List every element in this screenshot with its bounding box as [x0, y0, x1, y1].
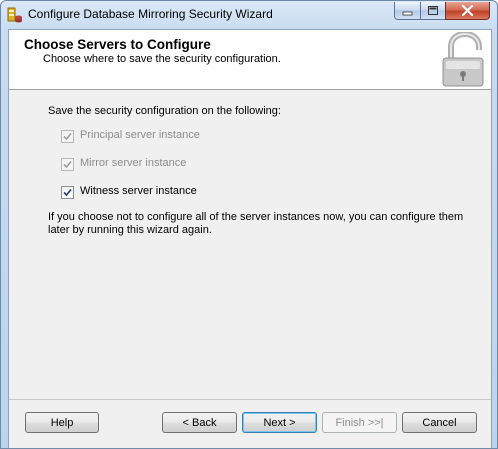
maximize-icon [428, 6, 438, 15]
page-subtitle: Choose where to save the security config… [43, 53, 281, 65]
checkmark-icon [63, 188, 72, 197]
checkmark-icon [63, 160, 72, 169]
maximize-button[interactable] [420, 2, 446, 20]
witness-instance-label[interactable]: Witness server instance [80, 185, 197, 197]
page-title: Choose Servers to Configure [24, 37, 211, 52]
title-bar[interactable]: Configure Database Mirroring Security Wi… [1, 1, 497, 29]
wizard-window: Configure Database Mirroring Security Wi… [0, 0, 498, 449]
database-server-icon [7, 6, 23, 23]
finish-button: Finish >>| [322, 412, 397, 433]
principal-instance-checkbox [61, 130, 74, 143]
info-note: If you choose not to configure all of th… [48, 211, 464, 236]
witness-instance-checkbox[interactable] [61, 186, 74, 199]
cancel-button[interactable]: Cancel [402, 412, 477, 433]
minimize-icon [402, 11, 413, 16]
close-button[interactable] [445, 2, 490, 20]
mirror-instance-label: Mirror server instance [80, 157, 187, 169]
next-button[interactable]: Next > [242, 412, 317, 433]
open-padlock-icon [439, 30, 489, 88]
footer-divider [9, 399, 491, 400]
wizard-client-area: Choose Servers to Configure Choose where… [8, 29, 492, 448]
checkmark-icon [63, 132, 72, 141]
prompt-text: Save the security configuration on the f… [48, 105, 281, 117]
mirror-instance-checkbox [61, 158, 74, 171]
principal-instance-label: Principal server instance [80, 129, 200, 141]
back-button[interactable]: < Back [162, 412, 237, 433]
wizard-header: Choose Servers to Configure Choose where… [9, 30, 491, 90]
window-title: Configure Database Mirroring Security Wi… [28, 7, 273, 21]
help-button[interactable]: Help [25, 412, 99, 433]
close-icon [461, 4, 474, 17]
minimize-button[interactable] [394, 2, 421, 20]
